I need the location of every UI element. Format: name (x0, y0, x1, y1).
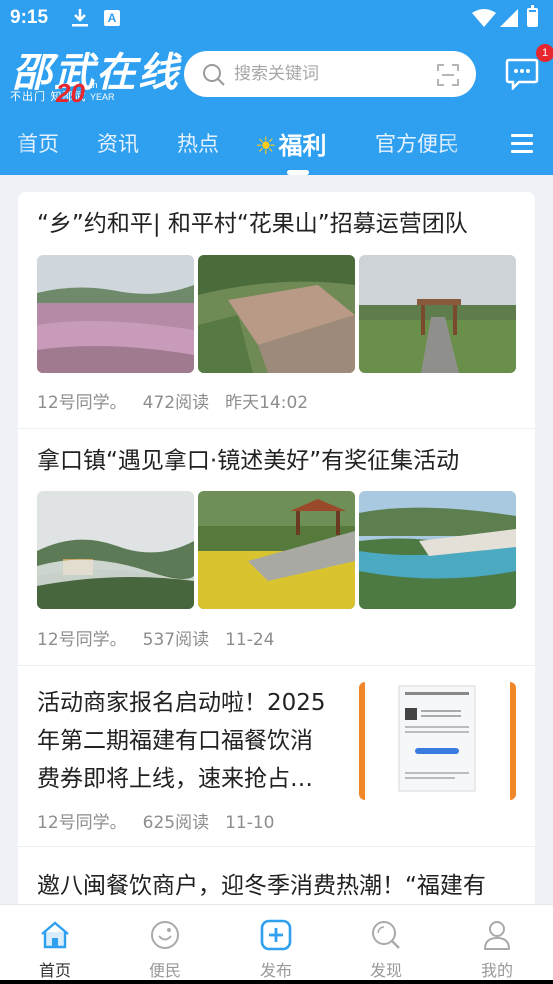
article-reads: 472阅读 (142, 393, 210, 413)
wifi-icon (472, 9, 496, 27)
article-title-line: 活动商家报名启动啦！2025 (37, 690, 326, 716)
nav-profile-label: 我的 (480, 961, 513, 980)
nav-home[interactable]: 首页 (0, 905, 110, 984)
tab-news[interactable]: 资讯 (97, 128, 139, 158)
nav-profile[interactable]: 我的 (442, 905, 552, 984)
tab-welfare[interactable]: ☀福利 (255, 126, 327, 161)
article-title[interactable]: “乡”约和平| 和平村“花果山”招募运营团队 (37, 205, 468, 243)
sun-icon: ☀ (255, 132, 277, 160)
system-gesture-bar (0, 980, 553, 984)
download-icon (72, 9, 88, 27)
article-title-line: 年第二期福建有口福餐饮消 (37, 728, 313, 754)
article-images (37, 491, 516, 609)
article-image[interactable] (359, 491, 516, 609)
tabs-fade-left (0, 118, 30, 175)
article-card[interactable]: 邀八闽餐饮商户，迎冬季消费热潮！“福建有 (18, 847, 535, 904)
home-icon (41, 921, 69, 949)
nav-convenience[interactable]: 便民 (110, 905, 220, 984)
article-meta: 12号同学。 472阅读 昨天14:02 (37, 388, 324, 413)
nav-discover[interactable]: 发现 (331, 905, 441, 984)
status-bar: 9:15 A (0, 0, 553, 36)
search-icon (203, 64, 225, 86)
article-image[interactable] (198, 255, 355, 373)
article-feed: “乡”约和平| 和平村“花果山”招募运营团队 12号同学。 472阅读 昨天14:0… (18, 192, 535, 904)
article-time: 11-24 (225, 630, 275, 650)
profile-icon (483, 921, 511, 950)
search-bar[interactable] (184, 51, 476, 97)
article-title-line: 费券即将上线，速来抢占… (37, 766, 313, 792)
active-tab-indicator (287, 170, 309, 175)
bottom-navigation: 首页 便民 发布 发现 我的 (0, 904, 553, 984)
article-author: 12号同学。 (37, 393, 127, 413)
publish-plus-icon (260, 919, 292, 951)
article-title[interactable]: 拿口镇“遇见拿口·镜述美好”有奖征集活动 (37, 442, 459, 480)
article-image[interactable] (37, 491, 194, 609)
message-badge: 1 (536, 44, 553, 62)
nav-discover-label: 发现 (369, 961, 402, 980)
message-icon (505, 58, 539, 92)
article-image[interactable] (359, 255, 516, 373)
nav-publish-label: 发布 (259, 961, 292, 980)
status-time: 9:15 (10, 7, 49, 28)
logo-anniversary: 20 (56, 78, 85, 108)
article-images (37, 255, 516, 373)
logo-th: th (90, 80, 98, 90)
message-button[interactable]: 1 (505, 44, 553, 92)
article-card[interactable]: “乡”约和平| 和平村“花果山”招募运营团队 12号同学。 472阅读 昨天14:0… (18, 192, 535, 429)
article-title[interactable]: 邀八闽餐饮商户，迎冬季消费热潮！“福建有 (37, 867, 486, 904)
header: 9:15 A 邵武在线 不出门 知邵武 20 th YEAR 1 首页 资讯 热… (0, 0, 553, 175)
tab-hot[interactable]: 热点 (177, 128, 219, 158)
tabs-fade-right (440, 118, 496, 175)
article-card[interactable]: 活动商家报名启动啦！2025 年第二期福建有口福餐饮消 费券即将上线，速来抢占…… (18, 666, 535, 847)
scan-icon[interactable] (436, 63, 460, 87)
cellular-icon (500, 9, 518, 27)
nav-home-label: 首页 (38, 961, 71, 980)
menu-button[interactable] (511, 134, 533, 154)
article-time: 昨天14:02 (225, 393, 309, 413)
tab-welfare-label: 福利 (278, 132, 327, 160)
convenience-icon (151, 921, 179, 949)
app-notification-icon: A (104, 10, 120, 26)
logo-year: YEAR (90, 92, 115, 102)
nav-publish[interactable]: 发布 (221, 905, 331, 984)
app-logo: 邵武在线 不出门 知邵武 20 th YEAR (10, 40, 178, 110)
article-card[interactable]: 拿口镇“遇见拿口·镜述美好”有奖征集活动 12号同学。 537阅读 11-24 (18, 429, 535, 666)
battery-icon (527, 5, 538, 27)
search-input[interactable] (234, 59, 424, 89)
discover-icon (372, 921, 400, 949)
article-reads: 537阅读 (142, 630, 210, 650)
category-tabs: 首页 资讯 热点 ☀福利 官方便民 (0, 118, 553, 175)
article-reads: 625阅读 (142, 813, 210, 833)
article-title[interactable]: 活动商家报名启动啦！2025 年第二期福建有口福餐饮消 费券即将上线，速来抢占… (37, 684, 347, 798)
nav-convenience-label: 便民 (148, 961, 181, 980)
article-author: 12号同学。 (37, 630, 127, 650)
article-meta: 12号同学。 537阅读 11-24 (37, 625, 291, 650)
article-author: 12号同学。 (37, 813, 127, 833)
article-time: 11-10 (225, 813, 275, 833)
article-image[interactable] (198, 491, 355, 609)
article-meta: 12号同学。 625阅读 11-10 (37, 808, 291, 833)
article-image[interactable] (359, 682, 516, 800)
article-image[interactable] (37, 255, 194, 373)
